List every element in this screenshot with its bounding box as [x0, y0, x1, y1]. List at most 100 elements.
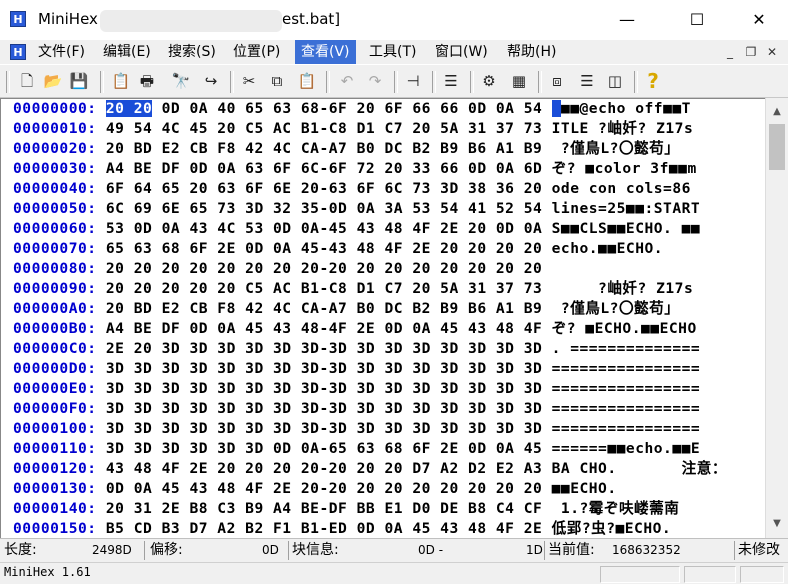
row-bytes[interactable]: 3D 3D 3D 3D 3D 3D 3D 3D-3D 3D 3D 3D 3D 3… [106, 380, 542, 397]
row-bytes[interactable]: 6C 69 6E 65 73 3D 32 35-0D 0A 3A 53 54 4… [106, 200, 542, 217]
hex-row[interactable]: 00000090: 20 20 20 20 20 C5 AC B1-C8 D1 … [13, 279, 693, 299]
row-bytes[interactable]: 20 20 20 20 20 C5 AC B1-C8 D1 C7 20 5A 3… [106, 280, 542, 297]
selected-ascii[interactable] [551, 100, 561, 117]
row-ascii[interactable]: ?僅鳥L?〇懿苟」 [552, 140, 680, 157]
row-ascii[interactable]: lines=25■■:START [552, 200, 701, 217]
row-ascii[interactable]: ================ [552, 360, 701, 377]
hex-row[interactable]: 00000020: 20 BD E2 CB F8 42 4C CA-A7 B0 … [13, 139, 679, 159]
maximize-button[interactable]: ☐ [674, 0, 720, 40]
row-ascii[interactable]: ぞ? ■ECHO.■■ECHO [552, 320, 697, 337]
hex-row[interactable]: 000000C0: 2E 20 3D 3D 3D 3D 3D 3D-3D 3D … [13, 339, 700, 359]
row-ascii[interactable]: ?岫奷? Z17s [552, 280, 694, 297]
row-bytes[interactable]: 0D 0A 45 43 48 4F 2E 20-20 20 20 20 20 2… [106, 480, 542, 497]
hex-row[interactable]: 00000010: 49 54 4C 45 20 C5 AC B1-C8 D1 … [13, 119, 693, 139]
pin-icon[interactable]: ⊣ [402, 70, 424, 92]
scroll-down-icon[interactable]: ▼ [766, 514, 788, 534]
mdi-restore-button[interactable]: ❐ [743, 44, 759, 60]
row-bytes[interactable]: B5 CD B3 D7 A2 B2 F1 B1-ED 0D 0A 45 43 4… [106, 520, 542, 537]
hex-view[interactable]: 00000000: 20 20 0D 0A 40 65 63 68-6F 20 … [0, 98, 765, 538]
menu-position[interactable]: 位置(P) [227, 40, 286, 64]
row-ascii[interactable]: ode con cols=86 [552, 180, 691, 197]
row-ascii[interactable]: ?僅鳥L?〇懿苟」 [552, 300, 680, 317]
row-bytes[interactable]: A4 BE DF 0D 0A 63 6F 6C-6F 72 20 33 66 0… [106, 160, 542, 177]
row-bytes[interactable]: 3D 3D 3D 3D 3D 3D 3D 3D-3D 3D 3D 3D 3D 3… [106, 360, 542, 377]
redo-icon[interactable]: ↷ [364, 70, 386, 92]
row-ascii[interactable]: ぞ? ■color 3f■■m [552, 160, 697, 177]
row-bytes[interactable]: 20 BD E2 CB F8 42 4C CA-A7 B0 DC B2 B9 B… [106, 300, 542, 317]
hex-row[interactable]: 000000E0: 3D 3D 3D 3D 3D 3D 3D 3D-3D 3D … [13, 379, 700, 399]
tile-vertical-icon[interactable]: ◫ [604, 70, 626, 92]
hex-row[interactable]: 00000050: 6C 69 6E 65 73 3D 32 35-0D 0A … [13, 199, 700, 219]
hex-row[interactable]: 00000110: 3D 3D 3D 3D 3D 3D 0D 0A-65 63 … [13, 439, 700, 459]
hex-row[interactable]: 000000A0: 20 BD E2 CB F8 42 4C CA-A7 B0 … [13, 299, 679, 319]
row-bytes[interactable]: 43 48 4F 2E 20 20 20 20-20 20 20 D7 A2 D… [106, 460, 570, 477]
row-bytes[interactable]: 49 54 4C 45 20 C5 AC B1-C8 D1 C7 20 5A 3… [106, 120, 542, 137]
row-ascii[interactable]: ======■■echo.■■E [552, 440, 701, 457]
row-bytes[interactable]: 3D 3D 3D 3D 3D 3D 3D 3D-3D 3D 3D 3D 3D 3… [106, 420, 542, 437]
row-ascii[interactable]: ================ [552, 380, 701, 397]
row-bytes[interactable]: 3D 3D 3D 3D 3D 3D 3D 3D-3D 3D 3D 3D 3D 3… [106, 400, 542, 417]
hex-row[interactable]: 00000060: 53 0D 0A 43 4C 53 0D 0A-45 43 … [13, 219, 700, 239]
row-ascii[interactable]: ■■@echo off■■T [561, 100, 691, 117]
hex-row[interactable]: 00000130: 0D 0A 45 43 48 4F 2E 20-20 20 … [13, 479, 700, 499]
row-bytes[interactable]: 20 BD E2 CB F8 42 4C CA-A7 B0 DC B2 B9 B… [106, 140, 542, 157]
row-bytes[interactable]: 53 0D 0A 43 4C 53 0D 0A-45 43 48 4F 2E 2… [106, 220, 542, 237]
menu-search[interactable]: 搜索(S) [162, 40, 222, 64]
row-bytes[interactable]: 20 20 20 20 20 20 20 20-20 20 20 20 20 2… [106, 260, 542, 277]
hex-row[interactable]: 00000080: 20 20 20 20 20 20 20 20-20 20 … [13, 259, 552, 279]
settings-icon[interactable]: ⚙ [478, 70, 500, 92]
new-file-icon[interactable]: 🗋 [16, 70, 38, 92]
menu-file[interactable]: 文件(F) [32, 40, 91, 64]
document-icon[interactable]: H [10, 44, 26, 60]
row-bytes[interactable]: 6F 64 65 20 63 6F 6E 20-63 6F 6C 73 3D 3… [106, 180, 542, 197]
row-ascii[interactable]: ================ [552, 400, 701, 417]
hex-row[interactable]: 00000030: A4 BE DF 0D 0A 63 6F 6C-6F 72 … [13, 159, 697, 179]
toolbar-grip[interactable] [6, 71, 10, 93]
menu-view[interactable]: 查看(V) [295, 40, 356, 64]
row-bytes[interactable]: 0D 0A 40 65 63 68-6F 20 6F 66 66 0D 0A 5… [152, 100, 542, 117]
hex-row[interactable]: 00000070: 65 63 68 6F 2E 0D 0A 45-43 48 … [13, 239, 700, 259]
properties-icon[interactable]: 📋 [110, 70, 132, 92]
paste-icon[interactable]: 📋 [296, 70, 318, 92]
hex-row[interactable]: 00000040: 6F 64 65 20 63 6F 6E 20-63 6F … [13, 179, 691, 199]
view-text-icon[interactable]: ☰ [440, 70, 462, 92]
menu-edit[interactable]: 编辑(E) [97, 40, 157, 64]
hex-row[interactable]: 00000120: 43 48 4F 2E 20 20 20 20-20 20 … [13, 459, 727, 479]
hex-row[interactable]: 00000140: 20 31 2E B8 C3 B9 A4 BE-DF BB … [13, 499, 679, 519]
minimize-button[interactable]: — [604, 0, 650, 40]
row-bytes[interactable]: 3D 3D 3D 3D 3D 3D 0D 0A-65 63 68 6F 2E 0… [106, 440, 542, 457]
help-icon[interactable]: ? [642, 70, 664, 92]
cascade-icon[interactable]: ⧈ [546, 70, 568, 92]
print-icon[interactable]: 🖶 [136, 70, 158, 92]
scroll-up-icon[interactable]: ▲ [766, 102, 788, 122]
mdi-close-button[interactable]: ✕ [764, 44, 780, 60]
copy-icon[interactable]: ⧉ [266, 70, 288, 92]
hex-row[interactable]: 00000100: 3D 3D 3D 3D 3D 3D 3D 3D-3D 3D … [13, 419, 700, 439]
hex-row[interactable]: 00000150: B5 CD B3 D7 A2 B2 F1 B1-ED 0D … [13, 519, 671, 538]
close-button[interactable]: ✕ [736, 0, 782, 40]
calculator-icon[interactable]: ▦ [508, 70, 530, 92]
mdi-minimize-button[interactable]: _ [722, 44, 738, 60]
vertical-scrollbar[interactable]: ▲ ▼ [765, 98, 788, 538]
tile-horizontal-icon[interactable]: ☰ [576, 70, 598, 92]
row-bytes[interactable]: 2E 20 3D 3D 3D 3D 3D 3D-3D 3D 3D 3D 3D 3… [106, 340, 542, 357]
row-ascii[interactable]: S■■CLS■■ECHO. ■■ [552, 220, 701, 237]
goto-icon[interactable]: ↪ [200, 70, 222, 92]
hex-row[interactable]: 000000B0: A4 BE DF 0D 0A 45 43 48-4F 2E … [13, 319, 697, 339]
row-ascii[interactable]: ■■ECHO. [552, 480, 701, 497]
row-ascii[interactable]: ================ [552, 420, 701, 437]
row-ascii[interactable]: ITLE ?岫奷? Z17s [552, 120, 694, 137]
cut-icon[interactable]: ✂ [238, 70, 260, 92]
row-ascii[interactable]: 低郢?虫?■ECHO. [552, 520, 672, 537]
scroll-thumb[interactable] [769, 124, 785, 170]
row-bytes[interactable]: 20 31 2E B8 C3 B9 A4 BE-DF BB E1 D0 DE B… [106, 500, 542, 517]
hex-row[interactable]: 000000D0: 3D 3D 3D 3D 3D 3D 3D 3D-3D 3D … [13, 359, 700, 379]
selected-bytes[interactable]: 20 20 [105, 100, 153, 117]
row-ascii[interactable]: . ============== [552, 340, 701, 357]
menu-help[interactable]: 帮助(H) [501, 40, 562, 64]
row-bytes[interactable]: A4 BE DF 0D 0A 45 43 48-4F 2E 0D 0A 45 4… [106, 320, 542, 337]
hex-row[interactable]: 00000000: 20 20 0D 0A 40 65 63 68-6F 20 … [13, 99, 691, 119]
row-ascii[interactable]: echo.■■ECHO. [552, 240, 701, 257]
save-icon[interactable]: 💾 [68, 70, 90, 92]
undo-icon[interactable]: ↶ [336, 70, 358, 92]
